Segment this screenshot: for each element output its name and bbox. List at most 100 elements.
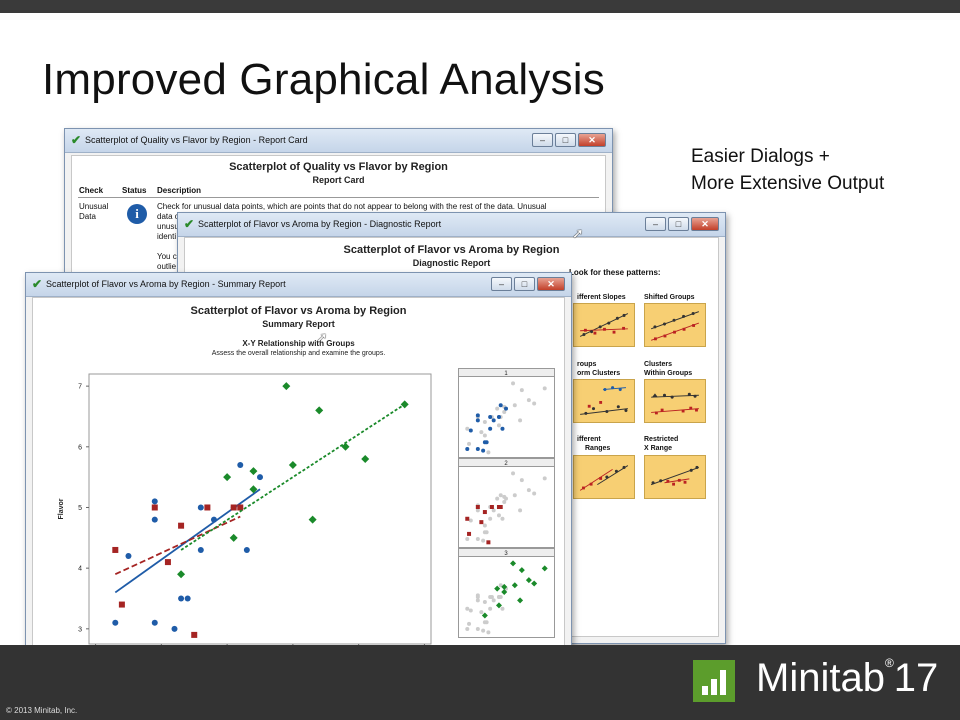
panel-frame-3 bbox=[458, 548, 555, 638]
chart-heading: X-Y Relationship with Groups bbox=[242, 339, 355, 348]
group-panels-chart: 123 bbox=[458, 368, 555, 638]
minitab-logo-text: Minitab®17 bbox=[756, 656, 938, 701]
window-controls: ‒ □ ✕ bbox=[645, 217, 719, 231]
panel-background-point bbox=[475, 626, 480, 631]
header-divider bbox=[78, 197, 599, 198]
close-button[interactable]: ✕ bbox=[537, 277, 565, 291]
pattern-label-different-slopes: ifferent Slopes bbox=[577, 293, 626, 302]
check-icon: ✔ bbox=[71, 133, 82, 147]
panel-point-group-2 bbox=[498, 505, 503, 509]
panel-background-point bbox=[486, 630, 491, 635]
panel-background-point bbox=[526, 398, 531, 403]
panel-background-point bbox=[465, 536, 470, 541]
pattern-label-text: Ranges bbox=[585, 445, 611, 452]
mouse-cursor-icon: ➚ bbox=[316, 329, 328, 345]
side-note-line-2: More Extensive Output bbox=[691, 173, 885, 194]
report-card-subtitle: Report Card bbox=[312, 175, 365, 185]
panel-background-point bbox=[479, 430, 484, 435]
panel-point-group-1 bbox=[488, 415, 493, 419]
panel-point-group-1 bbox=[475, 413, 480, 418]
maximize-button[interactable]: □ bbox=[514, 277, 535, 291]
panel-point-group-1 bbox=[500, 426, 505, 431]
panel-background-point bbox=[475, 536, 480, 541]
close-button[interactable]: ✕ bbox=[691, 217, 719, 231]
check-icon: ✔ bbox=[32, 277, 43, 291]
minimize-button[interactable]: ‒ bbox=[491, 277, 512, 291]
panel-background-point bbox=[542, 476, 547, 481]
panel-point-group-1 bbox=[475, 418, 480, 423]
pattern-label-text: roups bbox=[577, 361, 597, 368]
panel-background-point bbox=[465, 626, 470, 631]
report-card-window-title: Scatterplot of Quality vs Flavor by Regi… bbox=[85, 135, 308, 145]
panel-frame-2 bbox=[458, 458, 555, 548]
report-card-titlebar[interactable]: ✔ Scatterplot of Quality vs Flavor by Re… bbox=[65, 129, 612, 153]
panel-background-point bbox=[496, 423, 501, 428]
close-button[interactable]: ✕ bbox=[578, 133, 606, 147]
panel-background-point bbox=[518, 418, 523, 423]
data-point-group-2 bbox=[237, 504, 244, 511]
data-point-group-1 bbox=[257, 474, 263, 481]
panel-point-group-2 bbox=[465, 516, 470, 521]
panel-point-group-1 bbox=[481, 448, 486, 453]
panel-point-group-1 bbox=[475, 446, 480, 451]
info-icon: i bbox=[127, 204, 147, 224]
panel-background-point bbox=[465, 426, 470, 431]
panel-background-point bbox=[489, 595, 494, 599]
maximize-button[interactable]: □ bbox=[668, 217, 689, 231]
pattern-label-groups-form-clusters: roups orm Clusters bbox=[577, 360, 620, 378]
summary-title: Scatterplot of Flavor vs Aroma by Region bbox=[190, 305, 407, 317]
check-name-line-2: Data bbox=[79, 212, 96, 221]
panel-background-point bbox=[475, 595, 480, 599]
pattern-label-text: Within Groups bbox=[644, 370, 693, 377]
data-point-group-1 bbox=[243, 546, 250, 553]
chart-subheading: Assess the overall relationship and exam… bbox=[211, 350, 386, 357]
diagnostic-title: Scatterplot of Flavor vs Aroma by Region bbox=[343, 244, 560, 256]
data-point-group-1 bbox=[237, 462, 244, 469]
data-point-group-2 bbox=[204, 504, 211, 511]
summary-titlebar[interactable]: ✔ Scatterplot of Flavor vs Aroma by Regi… bbox=[26, 273, 571, 297]
copyright-text: © 2013 Minitab, Inc. bbox=[6, 706, 78, 715]
minitab-logo-icon bbox=[693, 660, 735, 702]
pattern-thumbnail-restricted-x-range bbox=[644, 455, 706, 499]
panel-background-point bbox=[465, 606, 470, 611]
maximize-button[interactable]: □ bbox=[555, 133, 576, 147]
pattern-thumbnail-groups-form-clusters bbox=[573, 379, 635, 423]
panel-point-group-1 bbox=[498, 403, 503, 408]
panel-point-group-1 bbox=[496, 415, 501, 419]
panel-background-point bbox=[467, 441, 472, 446]
data-point-group-2 bbox=[191, 631, 198, 638]
summary-body: Scatterplot of Flavor vs Aroma by Region… bbox=[32, 297, 565, 682]
pattern-thumbnail-different-slopes bbox=[573, 303, 635, 347]
pattern-label-text: Shifted Groups bbox=[644, 294, 695, 301]
minimize-button[interactable]: ‒ bbox=[532, 133, 553, 147]
mouse-cursor-icon: ➚ bbox=[572, 225, 584, 241]
data-point-group-1 bbox=[151, 619, 158, 626]
pattern-thumbnail-clusters-within-groups bbox=[644, 379, 706, 423]
diagnostic-titlebar[interactable]: ✔ Scatterplot of Flavor vs Aroma by Regi… bbox=[178, 213, 725, 237]
minimize-button[interactable]: ‒ bbox=[645, 217, 666, 231]
y-tick-label: 6 bbox=[78, 444, 82, 451]
data-point-group-2 bbox=[178, 522, 185, 529]
data-point-group-1 bbox=[151, 498, 158, 505]
col-check: Check bbox=[79, 186, 104, 195]
logo-registered-mark: ® bbox=[884, 656, 894, 670]
panel-background-point bbox=[481, 628, 486, 633]
pattern-label-clusters-within-groups: Clusters Within Groups bbox=[644, 360, 692, 378]
summary-window[interactable]: ✔ Scatterplot of Flavor vs Aroma by Regi… bbox=[25, 272, 572, 689]
panel-background-point bbox=[482, 420, 487, 425]
panel-background-point bbox=[500, 516, 505, 521]
panel-background-point bbox=[482, 523, 487, 528]
diagnostic-window-title: Scatterplot of Flavor vs Aroma by Region… bbox=[198, 219, 442, 229]
pattern-label-text: ifferent Slopes bbox=[577, 294, 626, 301]
plot-frame bbox=[88, 373, 432, 645]
summary-window-title: Scatterplot of Flavor vs Aroma by Region… bbox=[46, 279, 286, 289]
patterns-heading: Look for these patterns: bbox=[569, 268, 661, 277]
data-point-group-1 bbox=[197, 504, 204, 511]
panel-background-point bbox=[468, 608, 473, 613]
col-status: Status bbox=[122, 186, 147, 195]
panel-frame-1 bbox=[458, 368, 555, 458]
slide-title: Improved Graphical Analysis bbox=[42, 55, 605, 104]
panel-point-group-2 bbox=[486, 540, 491, 545]
y-tick-label: 4 bbox=[78, 566, 82, 573]
pattern-label-shifted-groups: Shifted Groups bbox=[644, 293, 695, 302]
